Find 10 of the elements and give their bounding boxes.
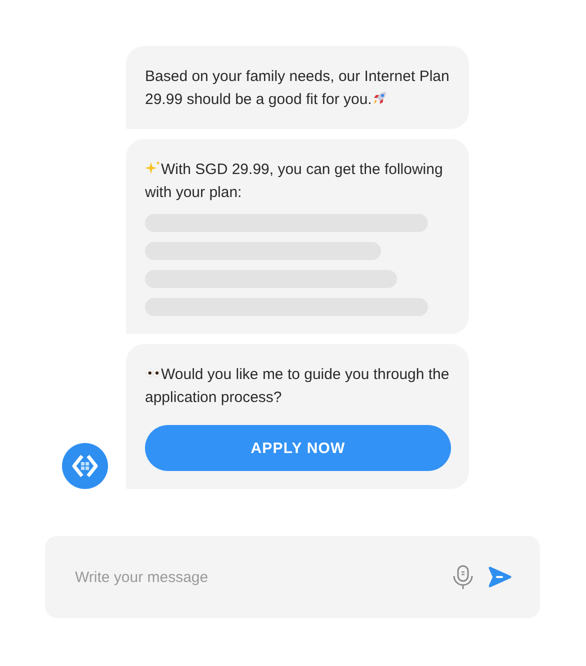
message-text: With SGD 29.99, you can get the following with your plan:: [145, 159, 444, 203]
message-text: Would you like me to guide you through the application process?: [145, 364, 450, 408]
rocket-icon: [372, 90, 388, 106]
apply-button[interactable]: APPLY NOW: [145, 425, 451, 471]
message-text: Based on your family needs, our Internet Plan 29.99 should be a good fit for you.: [145, 67, 450, 110]
send-icon[interactable]: [488, 566, 512, 588]
microphone-icon[interactable]: [452, 564, 474, 590]
sparkles-icon: [145, 160, 161, 176]
message-input[interactable]: Write your message: [73, 568, 438, 586]
bot-avatar-icon: [62, 443, 108, 489]
